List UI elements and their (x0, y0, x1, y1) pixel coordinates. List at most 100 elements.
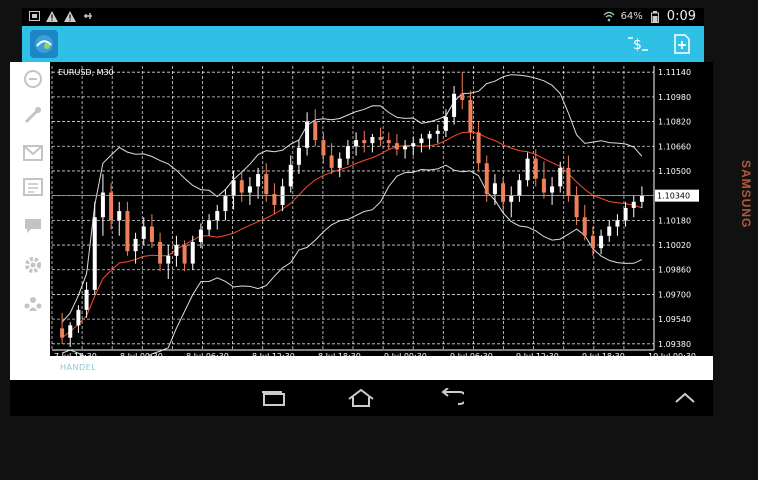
candle-body (574, 195, 579, 218)
chart-icon[interactable] (22, 104, 44, 126)
candle-body (100, 192, 105, 218)
candle-body (362, 140, 367, 144)
add-chart-icon[interactable] (670, 32, 694, 56)
candle-body (460, 93, 465, 100)
candle-body (631, 201, 636, 208)
y-tick-label: 1.11140 (658, 68, 691, 77)
candle-body (264, 174, 269, 195)
candle-body (354, 140, 359, 147)
candle-body (133, 238, 138, 252)
candle-body (174, 245, 179, 256)
status-bar: 64% 0:09 (22, 8, 704, 26)
y-tick-label: 1.10660 (658, 142, 691, 151)
battery-icon (649, 10, 661, 23)
candle-body (378, 137, 383, 141)
trade-dollar-icon[interactable]: $ (626, 32, 650, 56)
candle-body (141, 226, 146, 239)
candle-body (452, 93, 457, 117)
candle-body (198, 229, 203, 242)
y-tick-label: 1.09860 (658, 266, 691, 275)
candle-body (313, 121, 318, 141)
svg-text:$: $ (633, 37, 642, 53)
candle-body (599, 235, 604, 249)
y-tick-label: 1.10980 (658, 93, 691, 102)
candle-body (182, 245, 187, 264)
candle-body (394, 143, 399, 150)
y-tick-label: 1.10020 (658, 241, 691, 250)
candle-body (109, 192, 114, 221)
chevron-up-icon[interactable] (670, 386, 700, 410)
candle-body (76, 309, 81, 326)
candle-body (296, 147, 301, 165)
y-tick-label: 1.10820 (658, 118, 691, 127)
moving-average-line (61, 131, 643, 339)
candlestick-chart[interactable]: 1.11140 1.10980 1.10820 1.10660 1.10500 1.103… (50, 62, 713, 395)
candle-body (288, 164, 293, 187)
trade-tab-label[interactable]: HANDEL (60, 363, 96, 372)
candle-body (492, 183, 497, 195)
candle-body (239, 180, 244, 193)
wifi-icon (603, 11, 615, 23)
candle-body (590, 235, 595, 249)
candle-body (305, 121, 310, 148)
candle-body (215, 211, 220, 221)
y-tick-label: 1.10500 (658, 167, 691, 176)
y-tick-label: 1.09380 (658, 340, 691, 349)
bollinger-bands (61, 74, 643, 395)
chart-grid (51, 66, 655, 350)
y-tick-label: 1.09540 (658, 315, 691, 324)
candle-body (386, 140, 391, 144)
chat-icon[interactable] (22, 214, 44, 236)
device-brand: SAMSUNG (739, 160, 753, 229)
candle-body (329, 155, 334, 168)
candle-body (419, 138, 424, 144)
candle-body (615, 220, 620, 227)
candle-body (117, 211, 122, 221)
community-icon[interactable] (22, 292, 44, 314)
candle-body (435, 130, 440, 134)
notification-icon (28, 10, 40, 22)
current-price-label: 1.10340 (657, 192, 690, 201)
candle-body (68, 325, 73, 338)
candle-body (256, 174, 261, 187)
settings-icon[interactable] (22, 254, 44, 276)
navigation-bar (10, 380, 713, 416)
candle-body (550, 186, 555, 193)
candle-body (517, 180, 522, 196)
bottom-toolbar: HANDEL (10, 356, 713, 380)
quotes-icon[interactable] (22, 68, 44, 90)
candle-body (84, 289, 89, 310)
lower-band-line (61, 164, 643, 395)
news-icon[interactable] (22, 176, 44, 198)
metatrader-logo-icon[interactable] (30, 30, 58, 58)
clock: 0:09 (666, 9, 696, 24)
candle-body (623, 208, 628, 221)
chart-axes: 1.11140 1.10980 1.10820 1.10660 1.10500 1.103… (52, 66, 699, 361)
chart-symbol-label: EURUSD, M30 (58, 68, 114, 77)
back-icon[interactable] (436, 386, 466, 410)
home-icon[interactable] (346, 386, 376, 410)
candle-body (509, 195, 514, 202)
app-bar: $ (22, 26, 704, 62)
y-tick-label: 1.10180 (658, 216, 691, 225)
candle-body (321, 140, 326, 156)
candle-body (125, 211, 130, 252)
candle-body (207, 220, 212, 230)
battery-percentage: 64% (620, 11, 643, 22)
y-tick-label: 1.09700 (658, 290, 691, 299)
warning-icon (64, 10, 76, 22)
candle-body (558, 167, 563, 187)
candle-body (525, 158, 530, 181)
recent-apps-icon[interactable] (258, 386, 288, 410)
mail-icon[interactable] (22, 142, 44, 164)
warning-icon (46, 10, 58, 22)
usb-icon (82, 10, 94, 22)
candle-body (582, 217, 587, 236)
candle-body (501, 183, 506, 202)
candle-body (566, 167, 571, 196)
chart-area[interactable]: 1.11140 1.10980 1.10820 1.10660 1.10500 1.103… (50, 62, 713, 395)
candle-body (92, 217, 97, 290)
candle-body (149, 226, 154, 242)
candle-body (166, 255, 171, 264)
candle-body (541, 178, 546, 193)
